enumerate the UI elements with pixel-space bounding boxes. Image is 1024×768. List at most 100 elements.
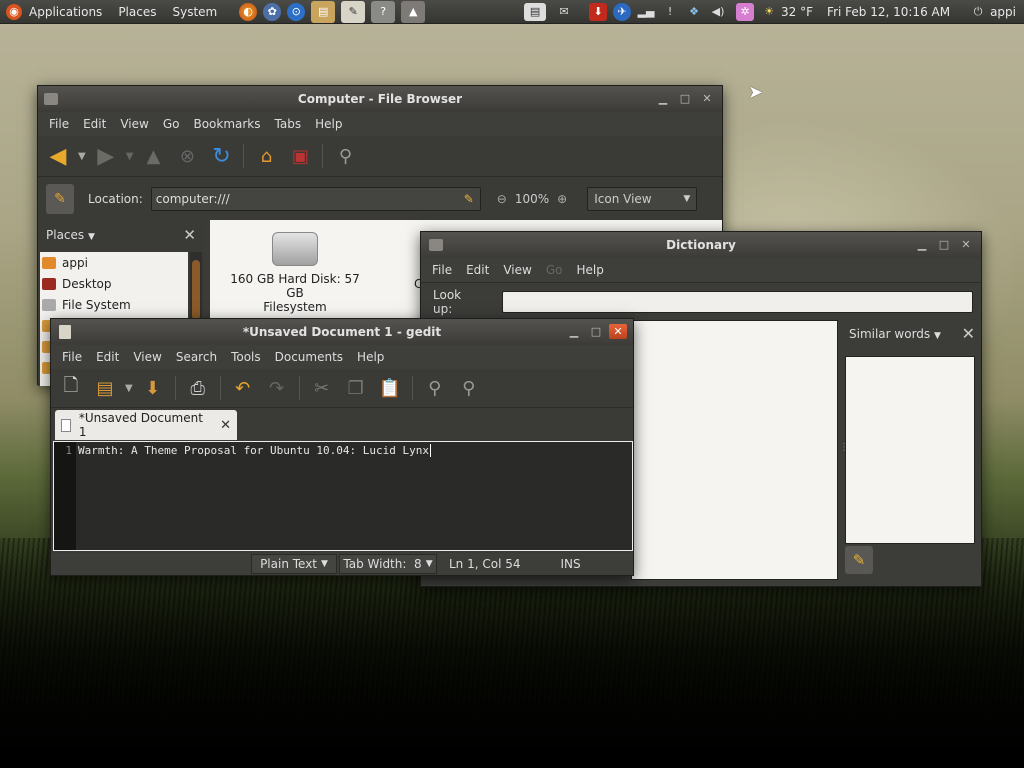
tab-unsaved-document[interactable]: *Unsaved Document 1 ✕ bbox=[55, 410, 237, 440]
session-menu-icon[interactable]: ✲ bbox=[736, 2, 755, 21]
location-input[interactable]: computer:/// ✎ bbox=[150, 186, 481, 211]
file-browser-titlebar[interactable]: Computer - File Browser ▁ □ ✕ bbox=[38, 86, 722, 112]
update-notifier-icon[interactable]: ⬇ bbox=[589, 2, 608, 21]
ubuntu-logo-icon[interactable]: ◉ bbox=[6, 3, 22, 20]
menu-help[interactable]: Help bbox=[350, 350, 391, 364]
close-sidebar-icon[interactable]: ✕ bbox=[183, 226, 196, 244]
power-icon[interactable]: ⏻ bbox=[969, 3, 987, 21]
zoom-in-icon[interactable]: ⊕ bbox=[557, 192, 567, 206]
open-recent-chevron-icon[interactable]: ▼ bbox=[125, 383, 133, 394]
close-tab-icon[interactable]: ✕ bbox=[220, 418, 231, 433]
drive-item[interactable]: 160 GB Hard Disk: 57 GB Filesystem bbox=[220, 232, 370, 314]
network-signal-icon[interactable]: ▂▄ bbox=[637, 3, 655, 21]
paste-icon[interactable]: 📋 bbox=[376, 374, 404, 402]
undo-icon[interactable]: ↶ bbox=[229, 374, 257, 402]
close-button[interactable]: ✕ bbox=[698, 91, 716, 106]
back-history-chevron-icon[interactable]: ▼ bbox=[78, 151, 86, 162]
mail-icon[interactable]: ✉ bbox=[552, 3, 576, 21]
maximize-button[interactable]: □ bbox=[676, 91, 694, 106]
places-dropdown[interactable]: Places ▼ bbox=[46, 228, 95, 242]
menu-file[interactable]: File bbox=[425, 263, 459, 277]
language-select[interactable]: Plain Text ▼ bbox=[251, 554, 337, 574]
zoom-out-icon[interactable]: ⊖ bbox=[497, 192, 507, 206]
menu-bookmarks[interactable]: Bookmarks bbox=[186, 117, 267, 131]
weather-temperature[interactable]: 32 °F bbox=[781, 5, 827, 19]
gedit-titlebar[interactable]: *Unsaved Document 1 - gedit ▁ □ ✕ bbox=[51, 319, 633, 345]
cut-icon[interactable]: ✂ bbox=[308, 374, 336, 402]
volume-icon[interactable]: ◀) bbox=[709, 3, 727, 21]
menu-documents[interactable]: Documents bbox=[268, 350, 350, 364]
firefox-launcher-icon[interactable]: ◐ bbox=[239, 2, 258, 21]
window-menu-icon[interactable] bbox=[429, 239, 443, 251]
open-folder-icon[interactable]: ▤ bbox=[91, 374, 119, 402]
menu-file[interactable]: File bbox=[55, 350, 89, 364]
similar-words-list[interactable] bbox=[845, 356, 975, 544]
similar-words-dropdown[interactable]: Similar words ▼ bbox=[849, 327, 941, 341]
reload-icon[interactable]: ↻ bbox=[207, 142, 235, 170]
text-editor-icon[interactable] bbox=[59, 325, 71, 339]
window-menu-icon[interactable] bbox=[44, 93, 58, 105]
menu-help[interactable]: Help bbox=[569, 263, 610, 277]
file-manager-launcher-icon[interactable]: ▤ bbox=[311, 0, 336, 23]
minimize-button[interactable]: ▁ bbox=[654, 91, 672, 106]
notification-icon[interactable]: ! bbox=[661, 3, 679, 21]
dropbox-icon[interactable]: ❖ bbox=[685, 3, 703, 21]
menu-go[interactable]: Go bbox=[539, 263, 570, 277]
user-name[interactable]: appi bbox=[990, 5, 1024, 19]
applications-menu[interactable]: Applications bbox=[25, 5, 110, 19]
minimize-button[interactable]: ▁ bbox=[913, 237, 931, 252]
print-icon[interactable]: ⎙ bbox=[184, 374, 212, 402]
edit-location-pencil-icon[interactable]: ✎ bbox=[46, 183, 74, 214]
minimize-button[interactable]: ▁ bbox=[565, 324, 583, 339]
terminal-icon[interactable]: ▤ bbox=[524, 2, 547, 21]
close-button[interactable]: ✕ bbox=[957, 237, 975, 252]
stop-icon[interactable]: ⊗ bbox=[173, 142, 201, 170]
scrollbar-thumb[interactable] bbox=[192, 260, 200, 320]
places-menu[interactable]: Places bbox=[110, 5, 164, 19]
dictionary-titlebar[interactable]: Dictionary ▁ □ ✕ bbox=[421, 232, 981, 258]
text-editor-launcher-icon[interactable]: ✎ bbox=[341, 0, 366, 23]
menu-file[interactable]: File bbox=[42, 117, 76, 131]
menu-tools[interactable]: Tools bbox=[224, 350, 268, 364]
new-document-icon[interactable]: 🗋 bbox=[57, 374, 85, 402]
save-icon[interactable]: ⬇ bbox=[139, 374, 167, 402]
system-menu[interactable]: System bbox=[164, 5, 225, 19]
menu-help[interactable]: Help bbox=[308, 117, 349, 131]
home-folder-icon[interactable]: ⌂ bbox=[252, 142, 280, 170]
menu-view[interactable]: View bbox=[113, 117, 155, 131]
help-launcher-icon[interactable]: ? bbox=[371, 0, 396, 23]
menu-edit[interactable]: Edit bbox=[459, 263, 496, 277]
list-item[interactable]: appi bbox=[40, 252, 188, 273]
list-item[interactable]: File System bbox=[40, 294, 188, 315]
maximize-button[interactable]: □ bbox=[935, 237, 953, 252]
list-item[interactable]: Desktop bbox=[40, 273, 188, 294]
clock[interactable]: Fri Feb 12, 10:16 AM bbox=[827, 5, 966, 19]
forward-arrow-icon[interactable]: ▶ bbox=[92, 142, 120, 170]
menu-edit[interactable]: Edit bbox=[89, 350, 126, 364]
editor-text[interactable]: Warmth: A Theme Proposal for Ubuntu 10.0… bbox=[78, 444, 431, 457]
search-replace-icon[interactable]: ⚲ bbox=[455, 374, 483, 402]
lookup-input[interactable] bbox=[501, 290, 973, 313]
dictionary-launcher-icon[interactable]: ▲ bbox=[401, 0, 426, 23]
web-launcher-icon[interactable]: ⊙ bbox=[287, 2, 306, 21]
tab-width-select[interactable]: Tab Width: 8 ▼ bbox=[339, 554, 437, 574]
close-button[interactable]: ✕ bbox=[609, 324, 627, 339]
pidgin-launcher-icon[interactable]: ✿ bbox=[263, 2, 282, 21]
clear-broom-button[interactable]: ✎ bbox=[845, 546, 873, 574]
copy-icon[interactable]: ❐ bbox=[342, 374, 370, 402]
close-sidebar-icon[interactable]: ✕ bbox=[962, 324, 975, 343]
search-icon[interactable]: ⚲ bbox=[421, 374, 449, 402]
menu-tabs[interactable]: Tabs bbox=[268, 117, 309, 131]
editor-area[interactable]: 1 Warmth: A Theme Proposal for Ubuntu 10… bbox=[53, 441, 633, 551]
maximize-button[interactable]: □ bbox=[587, 324, 605, 339]
redo-icon[interactable]: ↷ bbox=[263, 374, 291, 402]
menu-go[interactable]: Go bbox=[156, 117, 187, 131]
clear-location-broom-icon[interactable]: ✎ bbox=[464, 188, 474, 210]
forward-history-chevron-icon[interactable]: ▼ bbox=[126, 151, 134, 162]
view-mode-select[interactable]: Icon View ▼ bbox=[587, 186, 698, 211]
accessibility-icon[interactable]: ✈ bbox=[613, 2, 632, 21]
computer-icon[interactable]: ▣ bbox=[286, 142, 314, 170]
menu-edit[interactable]: Edit bbox=[76, 117, 113, 131]
search-icon[interactable]: ⚲ bbox=[331, 142, 359, 170]
back-arrow-icon[interactable]: ◀ bbox=[44, 142, 72, 170]
